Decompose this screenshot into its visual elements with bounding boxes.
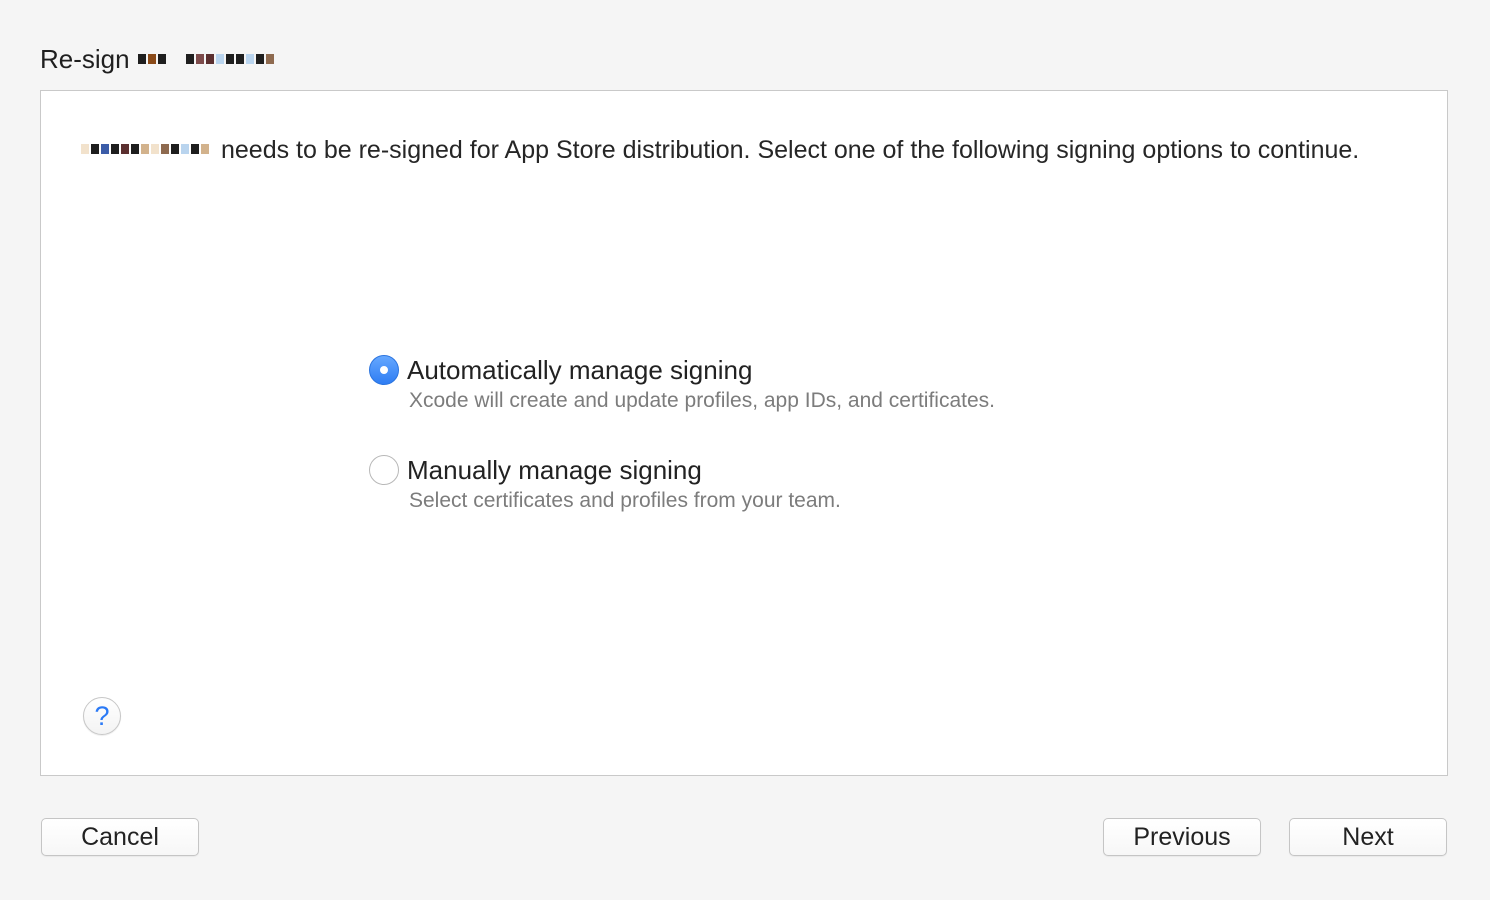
redaction-pixel — [195, 54, 204, 64]
redaction-pixel — [185, 54, 194, 64]
manual-signing-label[interactable]: Manually manage signing — [407, 453, 702, 487]
signing-message: needs to be re-signed for App Store dist… — [81, 133, 1401, 167]
redaction-pixel — [81, 144, 89, 155]
previous-button-label: Previous — [1133, 822, 1231, 851]
redaction-pixel — [157, 54, 166, 64]
next-button[interactable]: Next — [1289, 818, 1447, 856]
radio-unselected-icon[interactable] — [369, 455, 399, 485]
redaction-pixel — [205, 54, 214, 64]
redaction-pixel — [265, 54, 274, 64]
redaction-pixel — [111, 144, 119, 155]
redaction-pixel — [255, 54, 264, 64]
cancel-button-label: Cancel — [81, 822, 159, 851]
redaction-pixel — [141, 144, 149, 155]
redaction-pixel — [131, 144, 139, 155]
help-icon: ? — [94, 700, 110, 731]
redaction-pixel — [91, 144, 99, 155]
previous-button[interactable]: Previous — [1103, 818, 1261, 856]
next-button-label: Next — [1342, 822, 1394, 851]
redaction-pixel — [171, 144, 179, 155]
window-title: Re-sign — [40, 43, 130, 74]
radio-selected-icon[interactable] — [369, 355, 399, 385]
automatic-signing-label[interactable]: Automatically manage signing — [407, 353, 752, 387]
redaction-pixel — [151, 144, 159, 155]
redaction-pixel — [191, 144, 199, 155]
redacted-app-name — [137, 54, 274, 64]
help-button[interactable]: ? — [83, 697, 121, 735]
redaction-pixel — [181, 144, 189, 155]
redaction-pixel — [235, 54, 244, 64]
redaction-pixel — [225, 54, 234, 64]
signing-options-panel: needs to be re-signed for App Store dist… — [40, 90, 1448, 776]
cancel-button[interactable]: Cancel — [41, 818, 199, 856]
redaction-pixel — [121, 144, 129, 155]
redaction-pixel — [147, 54, 156, 64]
automatic-signing-description: Xcode will create and update profiles, a… — [409, 389, 995, 412]
redaction-pixel — [201, 144, 209, 155]
signing-message-text: needs to be re-signed for App Store dist… — [221, 136, 1360, 164]
redaction-pixel — [137, 54, 146, 64]
redaction-pixel — [101, 144, 109, 155]
redaction-pixel — [215, 54, 224, 64]
redaction-pixel — [245, 54, 254, 64]
redaction-pixel — [161, 144, 169, 155]
redacted-product-name — [81, 144, 209, 155]
manual-signing-description: Select certificates and profiles from yo… — [409, 489, 841, 512]
window-title-row: Re-sign — [40, 42, 274, 76]
